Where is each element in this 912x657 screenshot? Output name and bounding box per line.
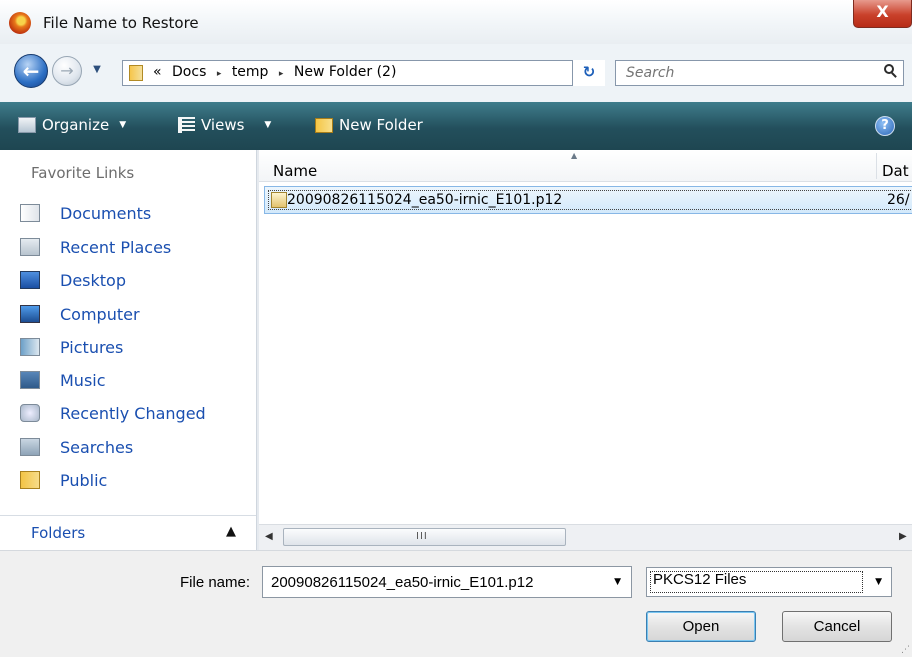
nav-item-label: Public	[60, 470, 108, 490]
organize-label: Organize	[42, 116, 110, 134]
horizontal-scrollbar[interactable]: ◀ III ▶	[259, 524, 912, 550]
column-divider[interactable]	[876, 153, 877, 179]
favorite-links-pane: Favorite Links Documents Recent Places D…	[0, 150, 256, 520]
nav-item-computer[interactable]: Computer	[20, 301, 140, 327]
chevron-down-icon: ▼	[264, 120, 272, 130]
nav-item-label: Pictures	[60, 337, 124, 357]
search-box[interactable]	[615, 60, 904, 86]
refresh-button[interactable]: ↻	[572, 60, 605, 86]
organize-button[interactable]: Organize ▼	[18, 116, 126, 134]
computer-icon	[20, 305, 40, 323]
title-bar: File Name to Restore X	[0, 0, 912, 44]
open-button[interactable]: Open	[646, 611, 756, 642]
column-header-name[interactable]: Name	[273, 162, 317, 180]
nav-item-label: Music	[60, 370, 106, 390]
firefox-icon	[9, 12, 31, 34]
address-bar[interactable]: « Docs ▸ temp ▸ New Folder (2) ▼	[122, 60, 605, 86]
nav-item-searches[interactable]: Searches	[20, 434, 133, 460]
documents-icon	[20, 204, 40, 222]
file-type-select[interactable]: PKCS12 Files ▼	[646, 567, 892, 597]
nav-item-desktop[interactable]: Desktop	[20, 267, 126, 293]
new-folder-icon	[315, 117, 333, 133]
scroll-left-icon[interactable]: ◀	[265, 531, 273, 542]
file-date-cell: 26/	[887, 192, 910, 208]
nav-item-recently-changed[interactable]: Recently Changed	[20, 400, 206, 426]
desktop-icon	[20, 271, 40, 289]
nav-item-documents[interactable]: Documents	[20, 200, 151, 226]
search-icon[interactable]	[883, 64, 897, 78]
favorite-links-heading: Favorite Links	[31, 164, 135, 182]
nav-item-pictures[interactable]: Pictures	[20, 334, 123, 360]
search-input[interactable]	[616, 61, 866, 85]
nav-item-recent-places[interactable]: Recent Places	[20, 234, 171, 260]
file-name-panel: File name: ▼ PKCS12 Files ▼ Open Cancel …	[0, 550, 912, 657]
views-icon	[178, 117, 195, 133]
searches-icon	[20, 438, 40, 456]
chevron-down-icon[interactable]: ▼	[614, 577, 621, 587]
forward-button[interactable]: →	[52, 56, 82, 86]
resize-grip-icon[interactable]: ⋰	[901, 645, 910, 655]
file-type-value: PKCS12 Files	[653, 571, 747, 588]
breadcrumb-temp[interactable]: temp	[232, 64, 269, 80]
breadcrumb-overflow[interactable]: «	[153, 64, 162, 80]
folder-icon	[129, 65, 143, 81]
nav-item-label: Recent Places	[60, 237, 172, 257]
help-button[interactable]: ?	[875, 116, 895, 136]
nav-divider	[0, 515, 256, 516]
views-button[interactable]: Views ▼	[178, 116, 271, 134]
new-folder-button[interactable]: New Folder	[315, 116, 423, 134]
nav-item-label: Searches	[60, 437, 134, 457]
back-button[interactable]: ←	[14, 54, 48, 88]
table-row[interactable]: 20090826115024_ea50-irnic_E101.p12 26/	[264, 186, 912, 214]
nav-item-label: Recently Changed	[60, 403, 206, 423]
file-name-input[interactable]	[263, 567, 603, 597]
new-folder-label: New Folder	[339, 116, 423, 134]
column-header-date[interactable]: Dat	[882, 162, 909, 180]
column-header-row: ▲ Name Dat	[259, 150, 912, 182]
recent-pages-dropdown-icon[interactable]: ▼	[90, 64, 104, 78]
address-row: ← → ▼ « Docs ▸ temp ▸ New Folder (2) ▼ ↻	[0, 44, 912, 102]
file-list: ▲ Name Dat 20090826115024_ea50-irnic_E10…	[259, 150, 912, 520]
sort-ascending-icon: ▲	[571, 151, 578, 160]
cancel-button[interactable]: Cancel	[782, 611, 892, 642]
folders-label: Folders	[31, 524, 86, 542]
nav-item-label: Documents	[60, 203, 152, 223]
command-bar: Organize ▼ Views ▼ New Folder ?	[0, 102, 912, 150]
chevron-down-icon[interactable]: ▼	[875, 577, 882, 587]
organize-icon	[18, 117, 36, 133]
breadcrumb-new-folder-2[interactable]: New Folder (2)	[294, 64, 397, 80]
scroll-thumb[interactable]: III	[283, 528, 566, 546]
folders-toggle[interactable]: Folders ▲	[0, 520, 256, 550]
breadcrumb-separator-icon[interactable]: ▸	[279, 69, 284, 79]
scroll-right-icon[interactable]: ▶	[899, 531, 907, 542]
pictures-icon	[20, 338, 40, 356]
views-label: Views	[201, 116, 245, 134]
file-name-cell: 20090826115024_ea50-irnic_E101.p12	[287, 192, 563, 208]
chevron-up-icon[interactable]: ▲	[226, 524, 236, 539]
window-title: File Name to Restore	[43, 14, 199, 32]
breadcrumb-docs[interactable]: Docs	[172, 64, 206, 80]
file-name-combobox[interactable]: ▼	[262, 566, 632, 598]
nav-item-label: Computer	[60, 304, 140, 324]
chevron-down-icon: ▼	[119, 120, 127, 130]
recently-changed-icon	[20, 404, 40, 422]
file-name-label: File name:	[180, 574, 251, 591]
music-icon	[20, 371, 40, 389]
certificate-file-icon	[271, 192, 287, 208]
public-icon	[20, 471, 40, 489]
recent-places-icon	[20, 238, 40, 256]
close-button[interactable]: X	[853, 0, 912, 28]
nav-item-music[interactable]: Music	[20, 367, 106, 393]
breadcrumb: « Docs ▸ temp ▸ New Folder (2)	[153, 64, 402, 80]
nav-item-label: Desktop	[60, 270, 126, 290]
nav-item-public[interactable]: Public	[20, 467, 107, 493]
breadcrumb-separator-icon[interactable]: ▸	[217, 69, 222, 79]
scroll-grip-icon: III	[416, 531, 428, 542]
